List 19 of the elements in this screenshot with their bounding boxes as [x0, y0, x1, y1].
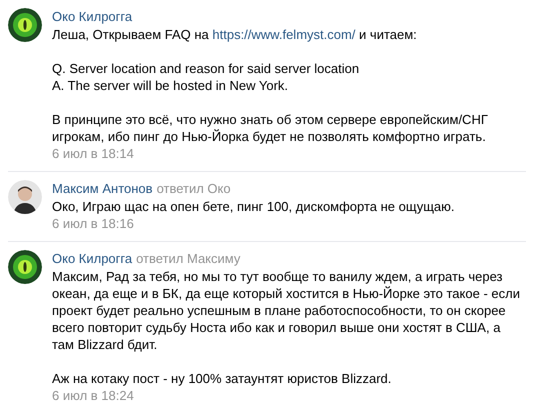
author-name[interactable]: Око Килрогга: [52, 8, 132, 25]
person-avatar-icon[interactable]: [8, 180, 42, 214]
comment-text: Око, Играю щас на опен бете, пинг 100, дискомфорта не ощущаю.: [52, 198, 456, 215]
eye-avatar-icon[interactable]: [8, 250, 42, 284]
comment-date[interactable]: 6 июл в 18:24: [52, 387, 134, 404]
author-name[interactable]: Око Килрогга: [52, 250, 132, 267]
link[interactable]: https://www.felmyst.com/: [212, 27, 356, 42]
reply-to-label[interactable]: ответил Максиму: [136, 250, 240, 267]
comment-text: В принципе это всё, что нужно знать об этом сервере европейским/СНГ игрокам, ибо пинг до Нью-Йорка будет не позволять комфортно играть.: [52, 111, 489, 145]
reply-to-label[interactable]: ответил Око: [156, 180, 231, 197]
eye-avatar-icon[interactable]: [8, 8, 42, 42]
comment-text: Максим, Рад за тебя, но мы то тут вообще то ванилу ждем, а играть через океан, да еще и в БК, да еще который хостится в Нью-Йорке это такое - если проект будет реально успешным в плане работоспособности, то он скорее всего повторит судьбу Носта ибо как и говорил выше они хостят в США, а там Blizzard бдит.: [52, 268, 521, 353]
author-name[interactable]: Максим Антонов: [52, 180, 153, 197]
comment-text: Аж на котаку пост - ну 100% затаунтят юристов Blizzard.: [52, 370, 392, 387]
comment-text: Леша, Открываем FAQ на https://www.felmyst.com/ и читаем:: [52, 26, 418, 43]
comment-text: Q. Server location and reason for said server location: [52, 60, 360, 77]
comment-date[interactable]: 6 июл в 18:14: [52, 145, 134, 162]
comment-text: A. The server will be hosted in New York.: [52, 77, 290, 94]
comment-date[interactable]: 6 июл в 18:16: [52, 215, 134, 232]
